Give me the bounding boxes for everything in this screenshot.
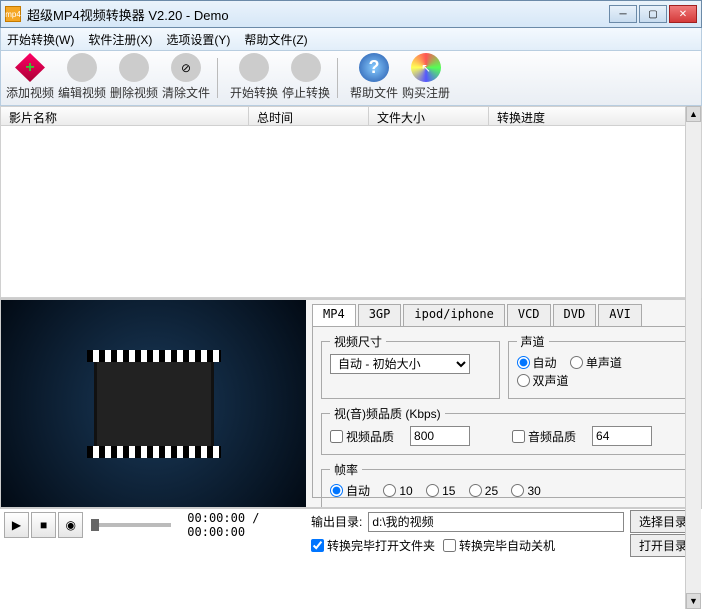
menu-register[interactable]: 软件注册(X)	[88, 31, 152, 48]
audio-quality-input[interactable]	[592, 426, 652, 446]
filmstrip-icon	[94, 359, 214, 449]
tab-dvd[interactable]: DVD	[553, 304, 597, 326]
channels-legend: 声道	[517, 333, 549, 350]
stop-playback-button[interactable]: ■	[31, 512, 56, 538]
vertical-scrollbar[interactable]: ▲ ▼	[685, 106, 701, 609]
playback-controls: ▶ ■ ◉ 00:00:00 / 00:00:00	[0, 508, 305, 540]
toolbar-separator	[337, 58, 343, 98]
time-display: 00:00:00 / 00:00:00	[187, 511, 293, 539]
channels-group: 声道 自动 单声道 双声道	[508, 333, 687, 399]
col-progress[interactable]: 转换进度	[489, 107, 701, 125]
close-button[interactable]: ✕	[669, 5, 697, 23]
minimize-button[interactable]: ─	[609, 5, 637, 23]
delete-video-button[interactable]: 删除视频	[109, 53, 159, 103]
edit-video-button[interactable]: 编辑视频	[57, 53, 107, 103]
fps-15-radio[interactable]: 15	[426, 484, 455, 498]
title-bar: mp4 超级MP4视频转换器 V2.20 - Demo ─ ▢ ✕	[0, 0, 702, 28]
video-size-group: 视频尺寸 自动 - 初始大小	[321, 333, 500, 399]
video-size-legend: 视频尺寸	[330, 333, 386, 350]
output-path-input[interactable]	[368, 512, 624, 532]
fps-25-radio[interactable]: 25	[469, 484, 498, 498]
menu-options[interactable]: 选项设置(Y)	[166, 31, 230, 48]
buy-register-button[interactable]: ↖ 购买注册	[401, 53, 451, 103]
scroll-up-icon[interactable]: ▲	[686, 106, 701, 122]
output-label: 输出目录:	[311, 513, 362, 530]
output-row: 输出目录: 选择目录	[305, 508, 702, 534]
start-convert-button[interactable]: 开始转换	[229, 53, 279, 103]
scroll-down-icon[interactable]: ▼	[686, 593, 701, 609]
quality-legend: 视(音)频品质 (Kbps)	[330, 405, 445, 422]
menu-start-convert[interactable]: 开始转换(W)	[7, 31, 74, 48]
file-list-header: 影片名称 总时间 文件大小 转换进度	[0, 106, 702, 126]
channel-mono-radio[interactable]: 单声道	[570, 354, 622, 371]
col-size[interactable]: 文件大小	[369, 107, 489, 125]
quality-group: 视(音)频品质 (Kbps) 视频品质 音频品质	[321, 405, 686, 455]
delete-icon	[119, 53, 149, 82]
clear-files-button[interactable]: ⊘ 清除文件	[161, 53, 211, 103]
audio-quality-check[interactable]: 音频品质	[512, 428, 576, 445]
maximize-button[interactable]: ▢	[639, 5, 667, 23]
app-icon: mp4	[5, 6, 21, 22]
file-list-body[interactable]	[0, 126, 702, 298]
add-video-button[interactable]: + 添加视频	[5, 53, 55, 103]
tab-vcd[interactable]: VCD	[507, 304, 551, 326]
tab-avi[interactable]: AVI	[598, 304, 642, 326]
col-name[interactable]: 影片名称	[1, 107, 249, 125]
stop-convert-button[interactable]: 停止转换	[281, 53, 331, 103]
tab-mp4[interactable]: MP4	[312, 304, 356, 326]
start-icon	[239, 53, 269, 82]
snapshot-button[interactable]: ◉	[58, 512, 83, 538]
framerate-legend: 帧率	[330, 461, 362, 478]
video-quality-check[interactable]: 视频品质	[330, 428, 394, 445]
framerate-group: 帧率 自动 10 15 25 30	[321, 461, 686, 507]
col-duration[interactable]: 总时间	[249, 107, 369, 125]
menu-bar: 开始转换(W) 软件注册(X) 选项设置(Y) 帮助文件(Z)	[0, 28, 702, 50]
shutdown-check[interactable]: 转换完毕自动关机	[443, 537, 555, 554]
video-preview	[1, 300, 306, 507]
fps-auto-radio[interactable]: 自动	[330, 482, 370, 499]
toolbar: + 添加视频 编辑视频 删除视频 ⊘ 清除文件 开始转换 停止转换 ? 帮助文件…	[0, 50, 702, 106]
channel-stereo-radio[interactable]: 双声道	[517, 372, 569, 389]
fps-10-radio[interactable]: 10	[383, 484, 412, 498]
window-title: 超级MP4视频转换器 V2.20 - Demo	[27, 5, 609, 24]
video-size-select[interactable]: 自动 - 初始大小	[330, 354, 470, 374]
tab-ipod[interactable]: ipod/iphone	[403, 304, 504, 326]
add-icon: +	[15, 53, 45, 82]
stop-icon	[291, 53, 321, 82]
seek-slider[interactable]	[91, 523, 171, 527]
fps-30-radio[interactable]: 30	[511, 484, 540, 498]
play-button[interactable]: ▶	[4, 512, 29, 538]
tab-3gp[interactable]: 3GP	[358, 304, 402, 326]
settings-panel: MP4 3GP ipod/iphone VCD DVD AVI 视频尺寸 自动 …	[306, 300, 701, 507]
format-tabs: MP4 3GP ipod/iphone VCD DVD AVI	[312, 304, 695, 326]
video-quality-input[interactable]	[410, 426, 470, 446]
toolbar-separator	[217, 58, 223, 98]
register-icon: ↖	[411, 53, 441, 82]
help-file-button[interactable]: ? 帮助文件	[349, 53, 399, 103]
open-folder-check[interactable]: 转换完毕打开文件夹	[311, 537, 435, 554]
menu-help[interactable]: 帮助文件(Z)	[244, 31, 307, 48]
channel-auto-radio[interactable]: 自动	[517, 354, 557, 371]
clear-icon: ⊘	[171, 53, 201, 82]
edit-icon	[67, 53, 97, 82]
help-icon: ?	[359, 53, 389, 82]
